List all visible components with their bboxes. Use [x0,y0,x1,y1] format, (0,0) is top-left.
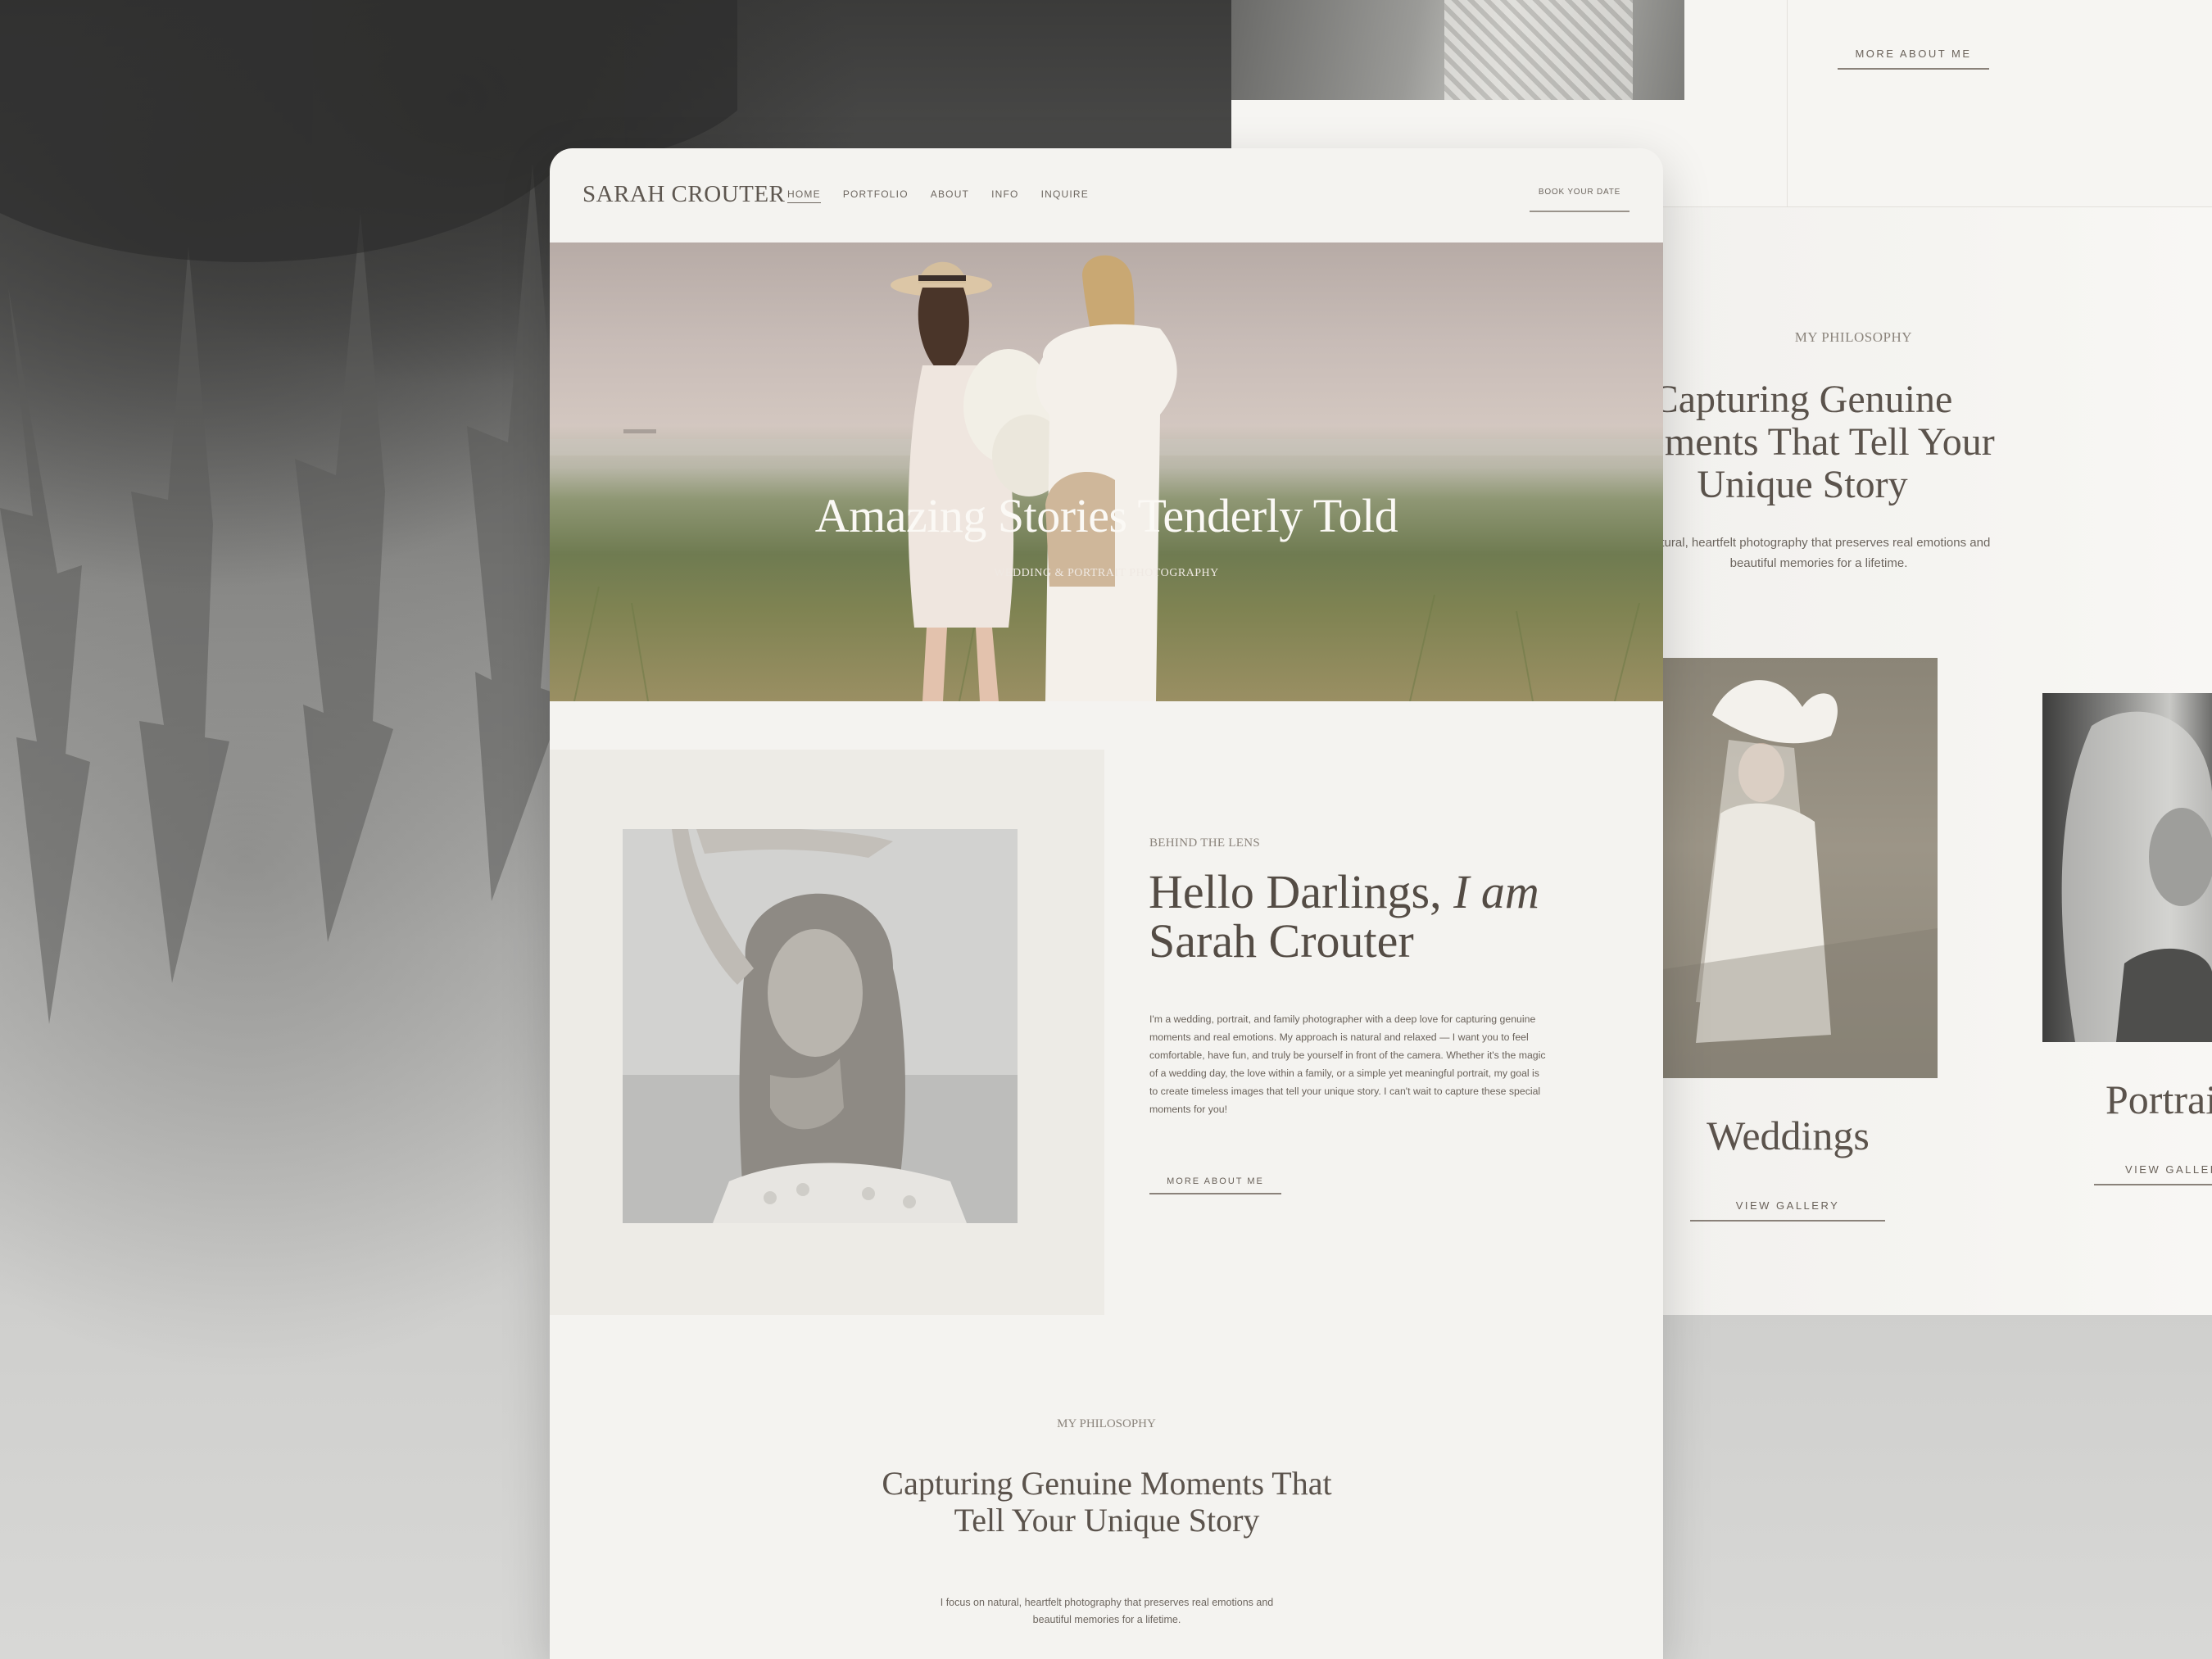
back-top-portrait-photo [1231,0,1684,100]
back-philosophy-heading: Capturing Genuine Moments That Tell Your… [1610,378,1995,506]
philosophy-heading: Capturing Genuine Moments That Tell Your… [882,1465,1332,1539]
portrait-title: Portrait [2105,1077,2212,1122]
philosophy-text: I focus on natural, heartfelt photograph… [940,1597,1274,1625]
weddings-title: Weddings [1707,1113,1870,1158]
hero-photo-two-women-in-meadow [550,255,1663,701]
about-eyebrow: BEHIND THE LENS [1149,836,1261,850]
site-logo[interactable]: SARAH CROUTER [582,181,785,208]
back-top-divider [1787,0,1788,206]
more-about-me-button[interactable]: MORE ABOUT ME [1149,1176,1281,1194]
about-heading: Hello Darlings, I am Sarah Crouter [1149,868,1607,966]
back-philosophy-eyebrow: MY PHILOSOPHY [1794,329,1912,345]
weddings-view-gallery-link[interactable]: VIEW GALLERY [1690,1199,1885,1222]
portrait-figure [2061,711,2212,1042]
portrait-view-gallery-link[interactable]: VIEW GALLERY [2094,1163,2212,1185]
nav-item-home[interactable]: HOME [787,188,821,203]
about-heading-name: Sarah Crouter [1149,914,1414,968]
philosophy-eyebrow: MY PHILOSOPHY [1057,1417,1156,1430]
lace-dress-detail [1444,0,1633,100]
about-body-text: I'm a wedding, portrait, and family phot… [1149,1013,1546,1115]
back-philosophy-text: natural, heartfelt photography that pres… [1647,536,1991,570]
nav-item-about[interactable]: ABOUT [931,188,969,203]
weddings-gallery-photo[interactable] [1663,658,1938,1078]
hero-title: Amazing Stories Tenderly Told [814,489,1398,542]
book-your-date-button[interactable]: BOOK YOUR DATE [1530,188,1630,212]
portrait-gallery-photo[interactable] [2042,693,2212,1042]
bride-figure [1663,680,1938,1078]
back-more-about-me-link[interactable]: MORE ABOUT ME [1838,48,1989,70]
hero-banner: Amazing Stories Tenderly Told WEDDING & … [550,243,1663,701]
nav-item-inquire[interactable]: INQUIRE [1041,188,1089,203]
sarah-portrait-photo [623,829,1018,1223]
nav-item-portfolio[interactable]: PORTFOLIO [843,188,909,203]
main-nav: HOME PORTFOLIO ABOUT INFO INQUIRE [787,188,1111,203]
about-heading-italic: I am [1453,865,1539,918]
front-website-mockup: SARAH CROUTER HOME PORTFOLIO ABOUT INFO … [550,148,1663,1659]
nav-item-info[interactable]: INFO [991,188,1018,203]
woman-portrait [623,829,1018,1223]
about-heading-greeting: Hello Darlings, [1149,865,1442,918]
site-header: SARAH CROUTER HOME PORTFOLIO ABOUT INFO … [550,148,1663,243]
hero-subtitle: WEDDING & PORTRAIT PHOTOGRAPHY [994,567,1219,579]
